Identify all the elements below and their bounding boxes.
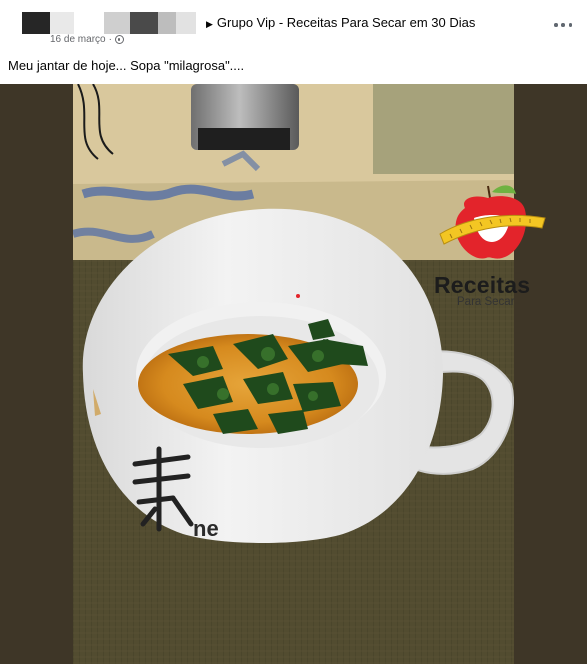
- more-options-button[interactable]: [554, 17, 572, 33]
- more-dot: [554, 23, 558, 27]
- post-date[interactable]: 16 de março: [50, 34, 106, 45]
- more-dot: [568, 23, 572, 27]
- post-caption: Meu jantar de hoje... Sopa "milagrosa"..…: [8, 58, 245, 73]
- blurred-avatar[interactable]: [22, 12, 50, 34]
- meta-separator: ·: [108, 34, 112, 45]
- blurred-avatar-edge: [50, 12, 74, 34]
- receitas-watermark: Receitas Para Secar: [430, 176, 550, 316]
- post-meta: 16 de março ·: [50, 34, 124, 45]
- arrow-right-icon: ▶: [206, 19, 213, 29]
- blurred-author-name-3: [158, 12, 176, 34]
- apple-tape-logo-icon: [439, 185, 546, 259]
- post-photo-container: ne Receitas Para Secar: [0, 84, 587, 664]
- blurred-author-name-2: [130, 12, 158, 34]
- group-link[interactable]: ▶ Grupo Vip - Receitas Para Secar em 30 D…: [206, 15, 475, 30]
- globe-icon: [114, 35, 124, 44]
- svg-text:ne: ne: [193, 516, 219, 541]
- post-header: ▶ Grupo Vip - Receitas Para Secar em 30 D…: [0, 0, 587, 52]
- more-dot: [561, 23, 565, 27]
- watermark-subtitle: Para Secar: [457, 296, 515, 308]
- blurred-author-name[interactable]: [104, 12, 130, 34]
- group-name[interactable]: Grupo Vip - Receitas Para Secar em 30 Di…: [217, 15, 475, 30]
- watermark-title: Receitas: [434, 272, 531, 298]
- blurred-author-name-4: [176, 12, 196, 34]
- soup-bowl-photo[interactable]: ne: [73, 84, 514, 664]
